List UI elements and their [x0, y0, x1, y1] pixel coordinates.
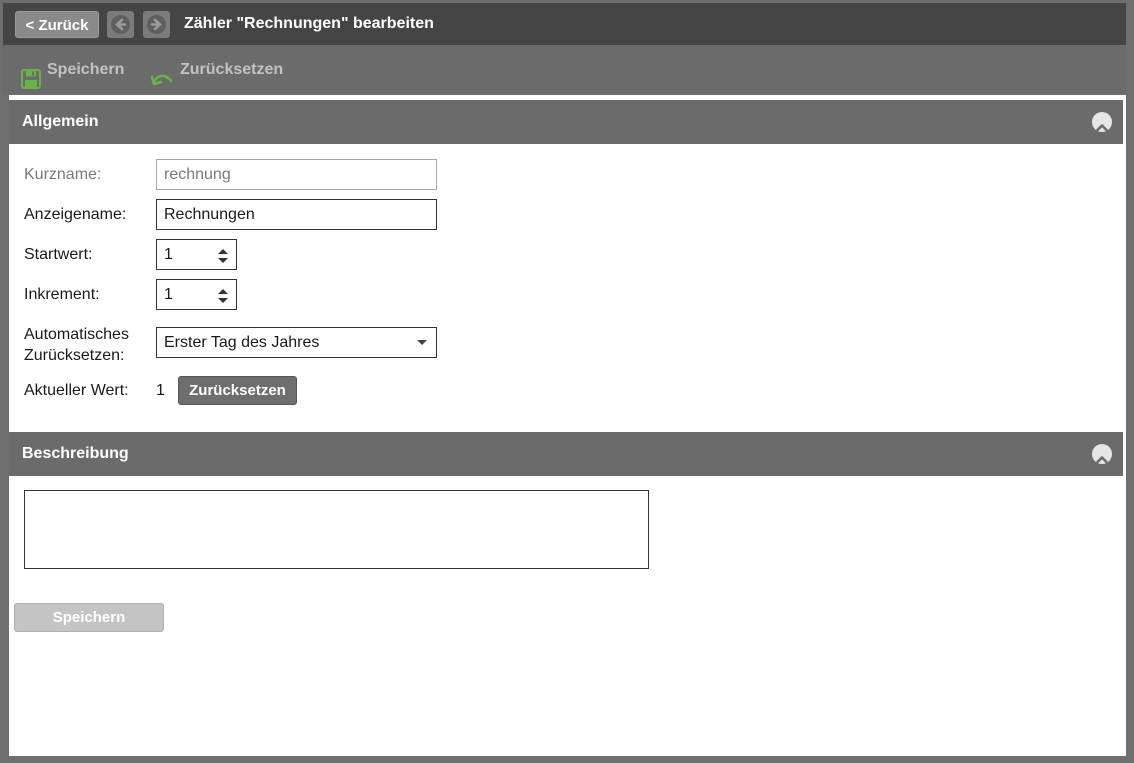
- auto-reset-label-line1: Automatisches: [24, 326, 129, 343]
- chevron-down-icon: [417, 340, 427, 345]
- title-bar: < Zurück Zähler "Rechnungen" bearbeiten: [3, 3, 1126, 45]
- description-textarea[interactable]: [24, 490, 649, 569]
- increment-stepper[interactable]: 1: [156, 279, 237, 310]
- section-title-general: Allgemein: [22, 113, 99, 130]
- section-header-description[interactable]: Beschreibung: [9, 432, 1123, 476]
- save-button[interactable]: Speichern: [14, 603, 164, 632]
- display-name-label: Anzeigename:: [24, 206, 127, 223]
- toolbar-reset-label: Zurücksetzen: [180, 61, 284, 78]
- floppy-disk-icon: [21, 60, 41, 89]
- stepper-arrows-icon[interactable]: [217, 246, 229, 264]
- auto-reset-selected: Erster Tag des Jahres: [164, 334, 320, 351]
- toolbar: Speichern Zurücksetzen: [3, 45, 1126, 94]
- start-value-stepper[interactable]: 1: [156, 239, 237, 270]
- short-name-field: rechnung: [156, 159, 437, 190]
- toolbar-save-button[interactable]: Speichern: [21, 45, 126, 94]
- section-title-description: Beschreibung: [22, 445, 129, 462]
- arrow-right-circle-icon: [147, 15, 166, 34]
- reset-counter-button[interactable]: Zurücksetzen: [178, 376, 297, 405]
- chevron-up-circle-icon[interactable]: [1092, 444, 1112, 464]
- content-panel: Allgemein Kurzname: rechnung Anzeigename…: [9, 95, 1126, 756]
- back-button[interactable]: < Zurück: [15, 11, 99, 38]
- short-name-label: Kurzname:: [24, 166, 102, 183]
- start-value-label: Startwert:: [24, 246, 93, 263]
- auto-reset-label-line2: Zurücksetzen:: [24, 347, 125, 364]
- current-value-label: Aktueller Wert:: [24, 382, 129, 399]
- increment-label: Inkrement:: [24, 286, 100, 303]
- auto-reset-select[interactable]: Erster Tag des Jahres: [156, 327, 437, 358]
- stepper-arrows-icon[interactable]: [217, 286, 229, 304]
- display-name-field[interactable]: Rechnungen: [156, 199, 437, 230]
- undo-arrow-icon: [150, 60, 173, 86]
- toolbar-reset-button[interactable]: Zurücksetzen: [150, 45, 284, 94]
- previous-button[interactable]: [107, 11, 134, 38]
- current-value: 1: [156, 382, 165, 399]
- arrow-left-circle-icon: [111, 15, 130, 34]
- toolbar-save-label: Speichern: [47, 61, 125, 78]
- next-button[interactable]: [143, 11, 170, 38]
- chevron-up-circle-icon[interactable]: [1092, 112, 1112, 132]
- section-header-general[interactable]: Allgemein: [9, 100, 1123, 144]
- page-title: Zähler "Rechnungen" bearbeiten: [184, 15, 434, 32]
- increment-text: 1: [164, 286, 173, 303]
- start-value-text: 1: [164, 246, 173, 263]
